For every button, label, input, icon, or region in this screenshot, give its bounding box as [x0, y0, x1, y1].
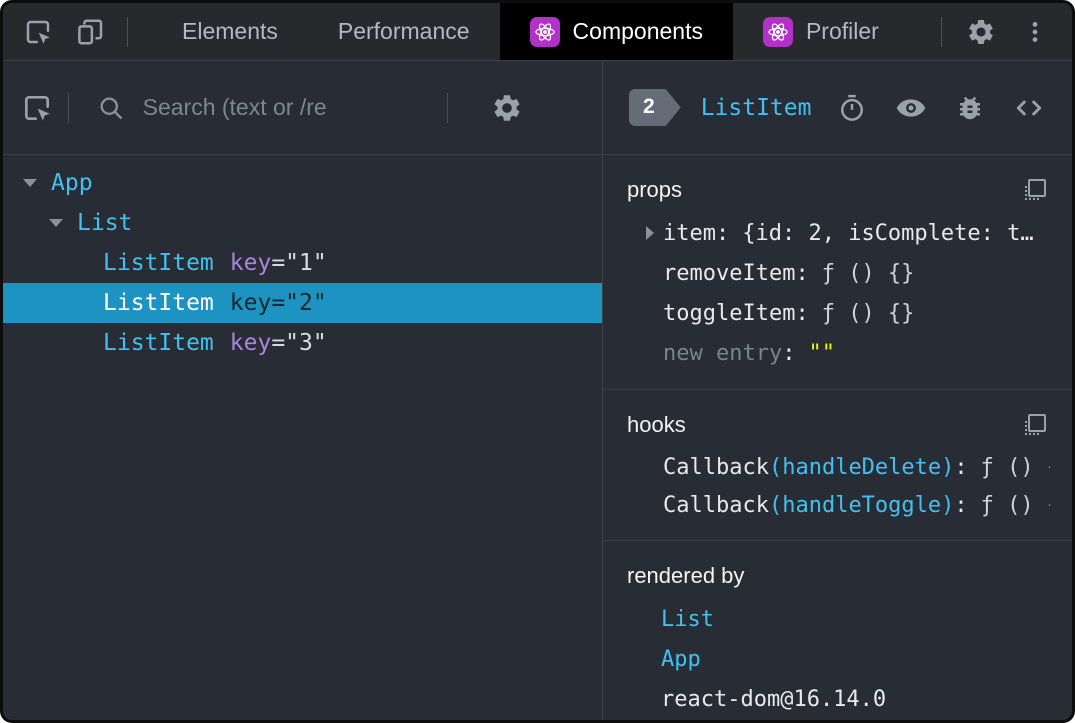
device-toolbar-icon [78, 19, 103, 44]
hook-value: ƒ () {} [980, 492, 1050, 518]
details-sections: props item: {id: 2, isComplete: t… remov… [603, 155, 1072, 720]
prop-row-removeitem[interactable]: removeItem: ƒ () {} [625, 253, 1050, 293]
copy-icon[interactable] [1024, 179, 1046, 201]
search-icon [100, 97, 122, 119]
tree-row-list[interactable]: List [3, 203, 602, 243]
tree-settings-button[interactable] [484, 85, 530, 131]
key-attribute: key="3" [229, 330, 327, 356]
divider [446, 92, 448, 123]
props-section-title: props [627, 177, 683, 202]
expander-icon[interactable] [637, 226, 663, 240]
component-name: App [51, 170, 93, 196]
rendered-by-section: rendered by List App react-dom@16.14.0 [603, 541, 1072, 720]
topbar-right-controls [933, 3, 1072, 60]
prop-key: item [663, 220, 716, 246]
prop-value: {id: 2, isComplete: t… [742, 220, 1034, 246]
hook-callback-name: (handleToggle) [768, 492, 955, 518]
component-name: ListItem [103, 330, 214, 356]
new-entry-field[interactable]: new entry [663, 341, 782, 366]
inspect-icon [26, 20, 50, 44]
react-logo-icon [529, 16, 560, 47]
rendered-by-section-title: rendered by [627, 563, 745, 588]
rendered-by-app-link[interactable]: App [625, 639, 1050, 679]
devtools-tab-bar: Elements Performance Components Profiler [3, 3, 1072, 61]
tree-row-listitem-1[interactable]: ListItem key="1" [3, 243, 602, 283]
details-header: 2 ListItem [603, 61, 1072, 155]
prop-value: ƒ () {} [821, 300, 915, 326]
hooks-section-title: hooks [627, 412, 686, 437]
expander-icon[interactable] [43, 219, 69, 227]
expander-icon[interactable] [17, 179, 43, 187]
divider [127, 16, 128, 47]
inspect-element-button[interactable] [15, 9, 61, 55]
props-section: props item: {id: 2, isComplete: t… remov… [603, 155, 1072, 390]
settings-icon [969, 19, 993, 44]
stopwatch-icon [840, 94, 864, 121]
key-attribute: key="1" [229, 250, 327, 276]
key-attribute: key="2" [229, 290, 327, 316]
tree-row-app[interactable]: App [3, 163, 602, 203]
select-element-button[interactable] [15, 85, 60, 131]
rendered-by-list-link[interactable]: List [625, 599, 1050, 639]
tree-row-listitem-3[interactable]: ListItem key="3" [3, 323, 602, 363]
react-logo-icon [762, 16, 793, 47]
debug-component-button[interactable] [953, 91, 987, 125]
devtools-tabs: Elements Performance Components Profiler [152, 3, 909, 60]
hook-value: ƒ () {} [980, 454, 1050, 480]
new-entry-value[interactable]: "" [808, 341, 835, 366]
code-brackets-icon [1016, 100, 1042, 115]
suspend-component-button[interactable] [835, 91, 869, 125]
hook-name: Callback [663, 454, 769, 480]
hooks-section: hooks Callback(handleDelete): ƒ () {} Ca… [603, 390, 1072, 541]
search-box [77, 94, 439, 122]
prop-key: toggleItem [663, 300, 796, 326]
component-name: ListItem [103, 290, 214, 316]
prop-key: removeItem [663, 260, 796, 286]
tab-label: Elements [182, 18, 278, 44]
hook-row-handledelete[interactable]: Callback(handleDelete): ƒ () {} [625, 448, 1050, 486]
divider [941, 16, 942, 47]
prop-row-new-entry[interactable]: new entry: "" [625, 333, 1050, 373]
tab-profiler[interactable]: Profiler [733, 3, 909, 60]
kebab-menu-icon [1032, 21, 1038, 42]
view-source-button[interactable] [1012, 91, 1046, 125]
component-tree: App List ListItem key="1" ListItem key="… [3, 155, 602, 720]
component-name: List [77, 210, 133, 236]
tab-components[interactable]: Components [499, 3, 733, 60]
hook-row-handletoggle[interactable]: Callback(handleToggle): ƒ () {} [625, 486, 1050, 524]
eye-icon [896, 98, 926, 117]
components-panel: App List ListItem key="1" ListItem key="… [3, 61, 1072, 720]
tab-elements[interactable]: Elements [152, 3, 308, 60]
more-options-button[interactable] [1012, 9, 1058, 55]
divider [67, 92, 69, 123]
inspect-icon [25, 95, 50, 121]
prop-row-item[interactable]: item: {id: 2, isComplete: t… [625, 213, 1050, 253]
copy-icon[interactable] [1024, 414, 1046, 436]
tab-performance[interactable]: Performance [308, 3, 500, 60]
topbar-left-controls [3, 3, 136, 60]
prop-row-toggleitem[interactable]: toggleItem: ƒ () {} [625, 293, 1050, 333]
rendered-by-react-dom: react-dom@16.14.0 [661, 686, 887, 712]
devtools-window: Elements Performance Components Profiler… [0, 0, 1075, 723]
hook-callback-name: (handleDelete) [768, 454, 955, 480]
hook-name: Callback [663, 492, 769, 518]
details-header-actions [835, 91, 1046, 125]
tab-label: Performance [337, 18, 470, 44]
prop-value: ƒ () {} [821, 260, 915, 286]
component-details-pane: 2 ListItem props item: {id: 2, isComple… [603, 61, 1072, 720]
device-toolbar-button[interactable] [67, 9, 113, 55]
component-tree-pane: App List ListItem key="1" ListItem key="… [3, 61, 603, 720]
tab-label: Profiler [805, 18, 879, 44]
tree-toolbar [3, 61, 602, 155]
selected-component-title: ListItem [700, 94, 812, 121]
tree-row-listitem-2-selected[interactable]: ListItem key="2" [3, 283, 602, 323]
settings-icon [494, 94, 520, 121]
search-input[interactable] [142, 94, 439, 121]
component-name: ListItem [103, 250, 214, 276]
settings-button[interactable] [958, 9, 1004, 55]
element-id-badge: 2 [629, 89, 681, 126]
tab-label: Components [572, 18, 703, 44]
inspect-dom-button[interactable] [894, 91, 928, 125]
bug-icon [960, 96, 980, 119]
